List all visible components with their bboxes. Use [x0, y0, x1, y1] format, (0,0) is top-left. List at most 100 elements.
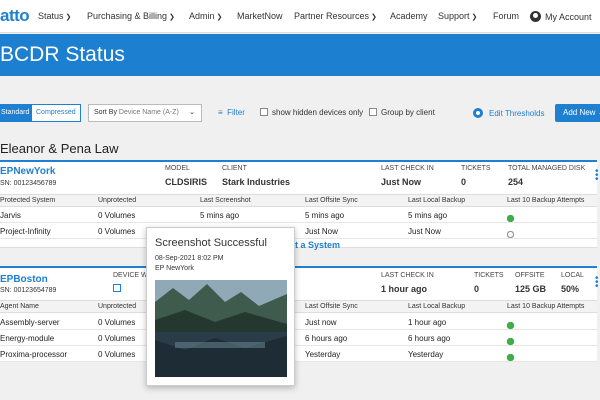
client-label: CLIENT — [222, 165, 247, 172]
last-offsite-value: Yesterday — [305, 350, 341, 359]
view-standard-button[interactable]: Standard — [0, 104, 35, 122]
last-local-value: 6 hours ago — [408, 334, 451, 343]
table-row[interactable]: Jarvis 0 Volumes 5 mins ago 5 mins ago 5… — [0, 207, 597, 223]
column-header: Last Offsite Sync — [305, 303, 358, 310]
column-header: Last Local Backup — [408, 197, 466, 204]
table-header: Agent Name Unprotected Last Offsite Sync… — [0, 300, 597, 313]
backup-success-icon — [507, 322, 514, 329]
filter-icon: ≡ — [218, 108, 223, 117]
device-name[interactable]: EPBoston — [0, 274, 48, 285]
last-offsite-value: Just now — [305, 318, 337, 327]
backup-empty-icon — [507, 231, 514, 238]
offsite-label: OFFSITE — [515, 272, 545, 279]
nav-purchasing-billing[interactable]: Purchasing & Billing ❯ — [87, 11, 175, 21]
screenshot-date: 08-Sep-2021 8:02 PM — [155, 255, 224, 262]
tickets-label: TICKETS — [461, 165, 491, 172]
local-label: LOCAL — [561, 272, 584, 279]
system-name: Assembly-server — [0, 318, 60, 327]
last-offsite-value: 5 mins ago — [305, 211, 345, 220]
system-name: Project-Infinity — [0, 227, 51, 236]
nav-support[interactable]: Support ❯ — [438, 11, 477, 21]
filter-button[interactable]: ≡ Filter — [218, 108, 245, 117]
last-local-value: Yesterday — [408, 350, 444, 359]
screenshot-popover: Screenshot Successful 08-Sep-2021 8:02 P… — [146, 227, 295, 386]
nav-academy[interactable]: Academy — [390, 11, 428, 21]
nav-my-account[interactable]: My Account — [530, 11, 592, 22]
backup-success-icon — [507, 354, 514, 361]
system-name: Energy-module — [0, 334, 55, 343]
model-value: CLDSIRIS — [165, 177, 208, 187]
tickets-value: 0 — [474, 284, 480, 294]
nav-partner-resources[interactable]: Partner Resources ❯ — [294, 11, 377, 21]
nav-status[interactable]: Status ❯ — [38, 11, 71, 21]
model-label: MODEL — [165, 165, 190, 172]
more-options-icon[interactable]: • • • — [595, 274, 599, 292]
chevron-down-icon: ❯ — [471, 14, 478, 21]
column-header: Unprotected — [98, 197, 137, 204]
chevron-down-icon: ⌄ — [189, 109, 195, 116]
client-value: Stark Industries — [222, 177, 291, 187]
last-local-value: 5 mins ago — [408, 211, 448, 220]
serial-number: SN: 00123654789 — [0, 287, 57, 294]
column-header: Last Screenshot — [200, 197, 251, 204]
table-row[interactable]: Energy-module 0 Volumes 6 hours ago 6 ho… — [0, 330, 597, 346]
client-name: Eleanor & Pena Law — [0, 141, 119, 156]
device-web-label: DEVICE W — [113, 272, 148, 279]
view-compressed-button[interactable]: Compressed — [31, 104, 81, 122]
last-checkin-label: LAST CHECK IN — [381, 165, 434, 172]
chevron-down-icon: ❯ — [371, 14, 377, 21]
last-checkin-label: LAST CHECK IN — [381, 272, 434, 279]
checkbox-icon — [260, 108, 268, 116]
title-banner: BCDR Status — [0, 34, 600, 76]
page-title: BCDR Status — [0, 43, 125, 66]
chevron-down-icon: ❯ — [65, 14, 72, 21]
unprotected-value: 0 Volumes — [98, 227, 136, 236]
gear-icon — [473, 108, 483, 118]
last-offsite-value: 6 hours ago — [305, 334, 348, 343]
column-header: Last Offsite Sync — [305, 197, 358, 204]
table-row[interactable]: Proxima-processor 0 Volumes Yesterday Ye… — [0, 346, 597, 362]
external-link-icon[interactable] — [113, 284, 121, 292]
popover-title: Screenshot Successful — [155, 237, 267, 249]
chevron-down-icon: ❯ — [216, 14, 223, 21]
table-row[interactable]: Project-Infinity 0 Volumes Just Now Just… — [0, 223, 597, 239]
backup-success-icon — [507, 338, 514, 345]
last-screenshot-value[interactable]: 5 mins ago — [200, 211, 239, 220]
user-circle-icon — [530, 11, 541, 22]
table-row[interactable]: Assembly-server 0 Volumes Just now 1 hou… — [0, 314, 597, 330]
nav-admin[interactable]: Admin ❯ — [189, 11, 222, 21]
column-header: Last Local Backup — [408, 303, 466, 310]
system-name: Jarvis — [0, 211, 21, 220]
offsite-value: 125 GB — [515, 284, 547, 294]
backup-success-icon — [507, 215, 514, 222]
chevron-down-icon: ❯ — [169, 14, 175, 21]
tickets-label: TICKETS — [474, 272, 504, 279]
toolbar: Standard Compressed Sort By Device Name … — [0, 100, 600, 126]
show-hidden-checkbox[interactable]: show hidden devices only — [260, 108, 363, 117]
edit-thresholds-button[interactable]: Edit Thresholds — [473, 108, 544, 118]
unprotected-value: 0 Volumes — [98, 334, 136, 343]
screenshot-thumbnail[interactable] — [155, 280, 287, 377]
serial-number: SN: 00123456789 — [0, 180, 57, 187]
column-header: Unprotected — [98, 303, 137, 310]
device-name[interactable]: EPNewYork — [0, 166, 55, 177]
column-header: Last 10 Backup Attempts — [507, 303, 585, 310]
sort-value: Device Name (A-Z) — [118, 109, 179, 116]
sort-select[interactable]: Sort By Device Name (A-Z) ⌄ — [88, 104, 202, 122]
more-options-icon[interactable]: • • • — [595, 167, 599, 185]
unprotected-value: 0 Volumes — [98, 318, 136, 327]
group-by-client-checkbox[interactable]: Group by client — [369, 108, 435, 117]
datto-logo[interactable]: atto — [0, 6, 30, 26]
add-new-button[interactable]: Add New ⌄ — [555, 104, 600, 122]
column-header: Last 10 Backup Attempts — [507, 197, 585, 204]
landscape-image — [155, 280, 287, 377]
device-card-epnewyork: EPNewYork SN: 00123456789 MODEL CLDSIRIS… — [0, 160, 599, 250]
last-checkin-value: 1 hour ago — [381, 284, 428, 294]
nav-marketnow[interactable]: MarketNow — [237, 11, 283, 21]
protect-system-link[interactable]: ct a System — [290, 240, 340, 250]
last-local-value: Just Now — [408, 227, 441, 236]
nav-forum[interactable]: Forum — [493, 11, 519, 21]
top-nav: atto Status ❯ Purchasing & Billing ❯ Admin… — [0, 0, 600, 33]
local-value: 50% — [561, 284, 580, 294]
last-checkin-value: Just Now — [381, 177, 422, 187]
